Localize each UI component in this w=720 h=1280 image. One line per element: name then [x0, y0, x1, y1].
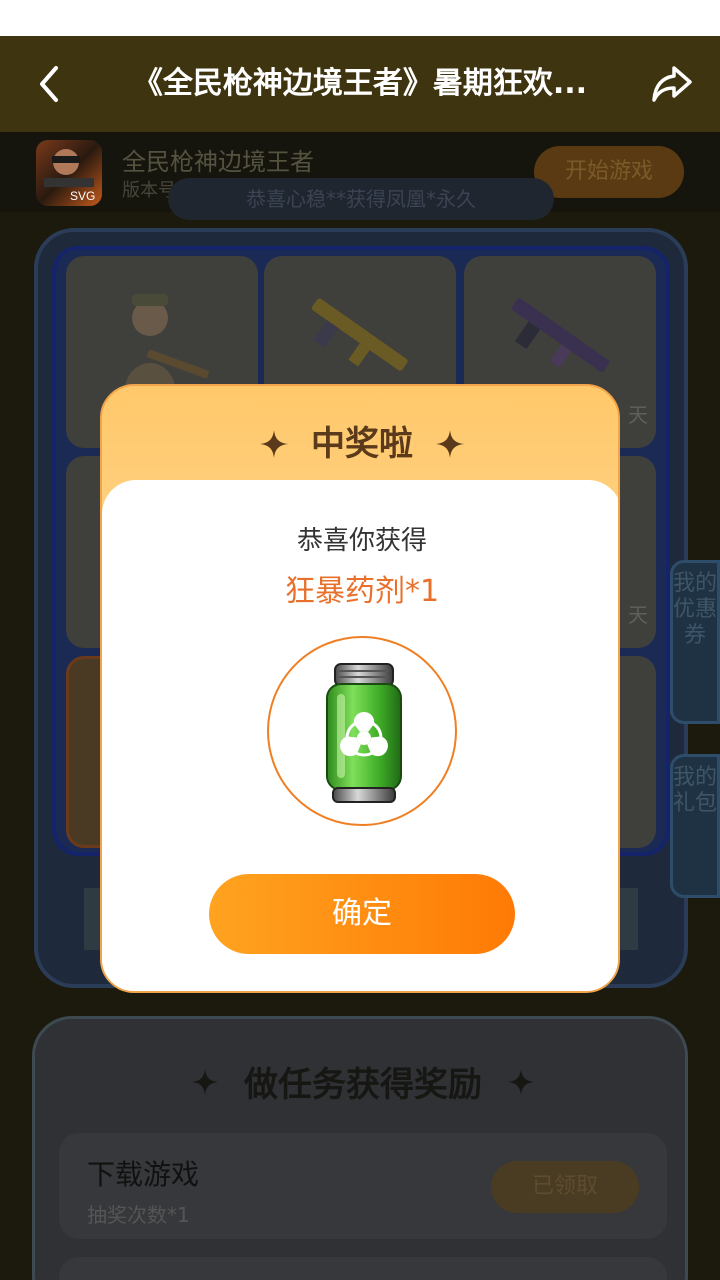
- modal-title: 中奖啦: [311, 424, 413, 464]
- status-bar: [0, 0, 720, 36]
- my-coupons-tab[interactable]: 我的优惠券: [670, 560, 720, 724]
- task-panel: 做任务获得奖励 下载游戏 抽奖次数*1 已领取: [32, 1016, 688, 1280]
- confirm-button[interactable]: 确定: [209, 874, 515, 954]
- my-gifts-tab[interactable]: 我的礼包: [670, 754, 720, 898]
- biohazard-potion-icon: [326, 663, 402, 803]
- prize-name: 狂暴药剂*1: [284, 574, 440, 609]
- modal-title-row: 中奖啦: [102, 420, 618, 468]
- winner-ticker: 恭喜心稳**获得凤凰*永久: [168, 178, 554, 220]
- sparkle-icon: [192, 1068, 219, 1095]
- prize-modal: 中奖啦 恭喜你获得 狂暴药剂*1 确定: [100, 384, 620, 993]
- back-icon[interactable]: [30, 64, 70, 104]
- task-item: [59, 1257, 667, 1280]
- congrats-text: 恭喜你获得: [296, 526, 427, 556]
- share-icon[interactable]: [650, 62, 694, 106]
- modal-body: 恭喜你获得 狂暴药剂*1 确定: [102, 480, 618, 991]
- sparkle-icon: [436, 430, 465, 458]
- task-name: 下载游戏: [87, 1158, 200, 1191]
- task-item: 下载游戏 抽奖次数*1 已领取: [59, 1133, 667, 1239]
- task-title-text: 做任务获得奖励: [244, 1065, 482, 1105]
- task-reward: 抽奖次数*1: [87, 1203, 190, 1227]
- prize-image-frame: [267, 636, 457, 826]
- sparkle-icon: [507, 1068, 534, 1095]
- prize-cell-label: 天: [628, 403, 648, 427]
- page-title: 《全民枪神边境王者》暑期狂欢...: [132, 66, 588, 101]
- task-panel-title: 做任务获得奖励: [35, 1057, 691, 1106]
- svg-text:SVG: SVG: [70, 189, 95, 203]
- sparkle-icon: [259, 430, 288, 458]
- prize-cell-label: 天: [628, 603, 648, 627]
- task-claimed-button[interactable]: 已领取: [491, 1161, 639, 1213]
- game-name: 全民枪神边境王者: [122, 148, 314, 176]
- top-header: 《全民枪神边境王者》暑期狂欢...: [0, 36, 720, 132]
- game-icon: SVG: [36, 140, 102, 206]
- start-game-button[interactable]: 开始游戏: [534, 146, 684, 198]
